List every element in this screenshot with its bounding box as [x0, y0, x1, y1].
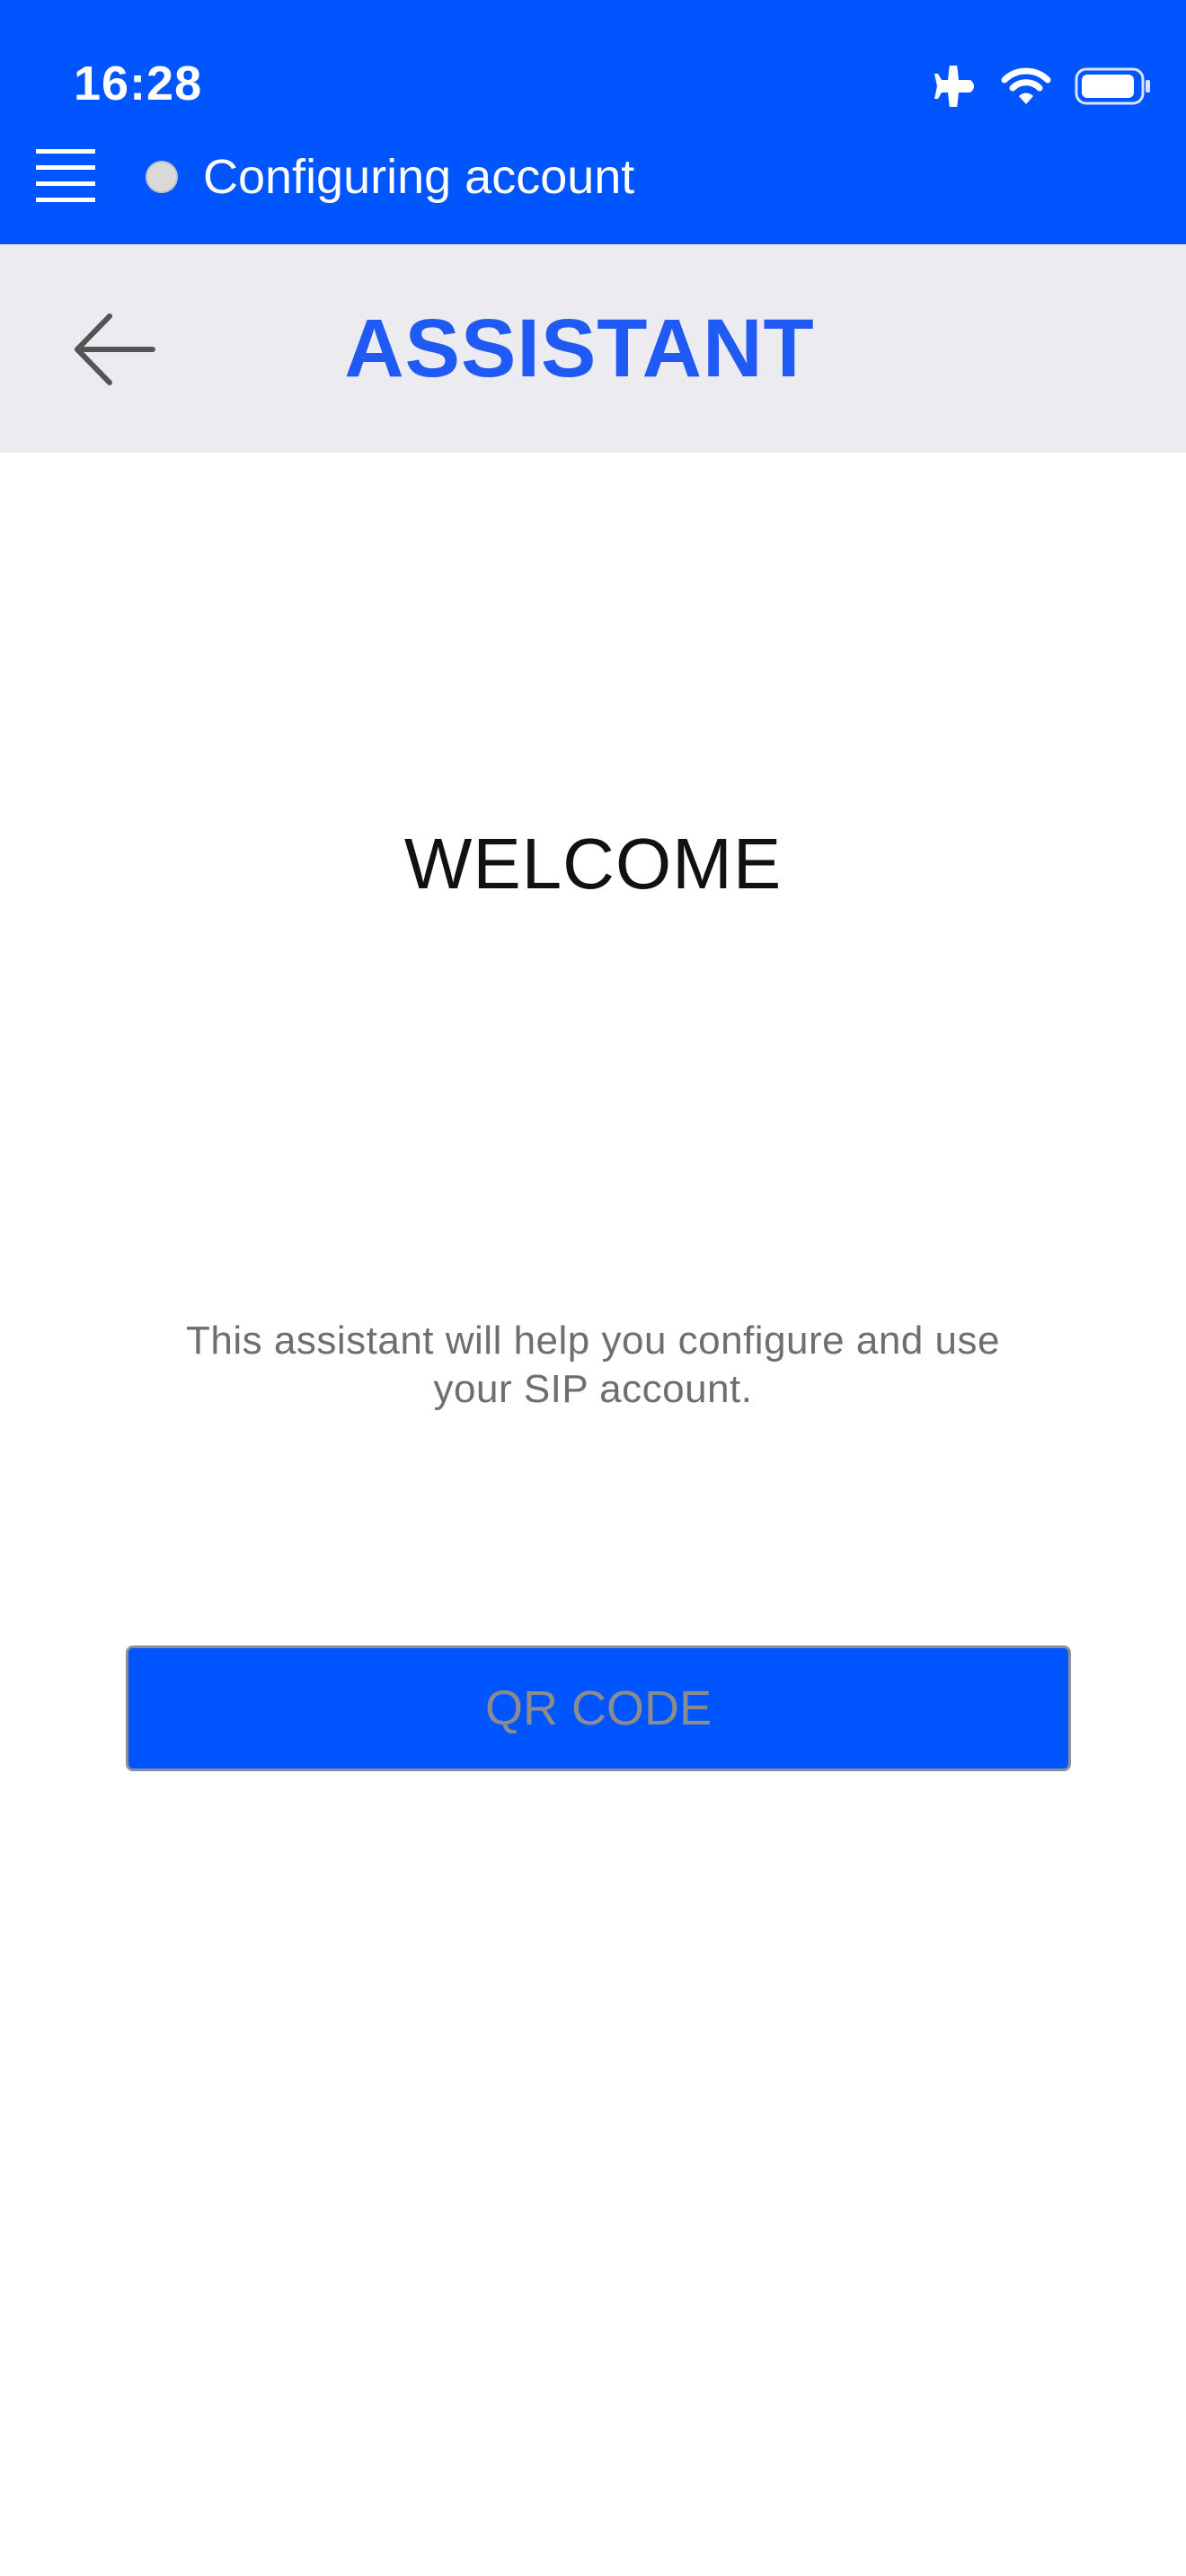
wifi-icon [1001, 66, 1051, 106]
account-status-indicator [146, 161, 178, 193]
page-title: ASSISTANT [344, 303, 815, 394]
assistant-description: This assistant will help you configure a… [186, 1319, 1000, 1411]
status-bar-time: 16:28 [74, 57, 203, 110]
battery-icon [1075, 66, 1152, 106]
hamburger-menu-icon[interactable] [34, 144, 97, 208]
account-status-text: Configuring account [203, 150, 635, 204]
welcome-heading: WELCOME [403, 824, 783, 904]
status-bar: 16:28 Configuring account [0, 0, 1186, 244]
assistant-header: ASSISTANT [0, 244, 1186, 453]
status-bar-icons [929, 63, 1152, 110]
qr-code-button[interactable]: QR CODE [126, 1645, 1071, 1771]
airplane-icon [929, 66, 978, 107]
